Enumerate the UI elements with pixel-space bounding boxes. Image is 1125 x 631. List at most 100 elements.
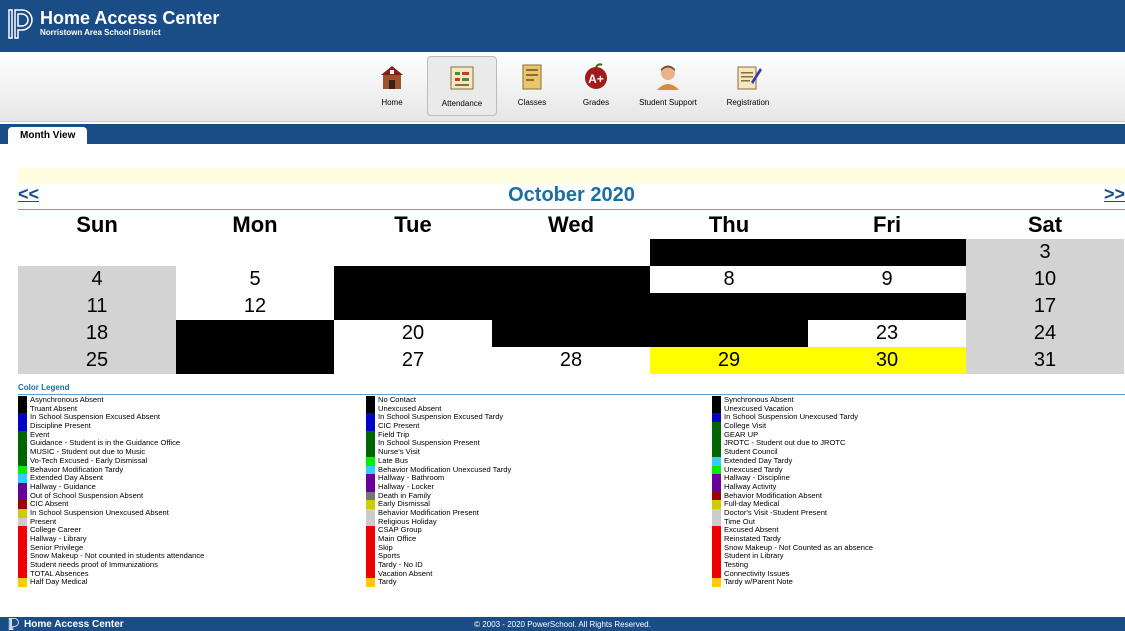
day-header-sun: Sun — [76, 212, 118, 237]
legend-swatch — [366, 439, 375, 449]
app-logo[interactable]: Home Access Center Norristown Area Schoo… — [8, 9, 219, 43]
legend-swatch — [712, 500, 721, 509]
calendar-day-cell[interactable]: 24 — [966, 320, 1124, 347]
calendar-day-cell[interactable]: 10 — [966, 266, 1124, 293]
student-avatar-icon — [653, 62, 683, 92]
legend-item: CSAP Group — [366, 526, 706, 535]
day-header-wed: Wed — [547, 212, 595, 237]
legend-swatch — [366, 456, 375, 466]
attendance-chart-icon — [447, 63, 477, 93]
day-header-fri: Fri — [872, 212, 902, 237]
day-header-sat: Sat — [1027, 212, 1063, 237]
calendar-day-cell[interactable]: 11 — [18, 293, 176, 320]
calendar-day-cell[interactable]: 30 — [808, 347, 966, 374]
powerschool-logo-icon — [8, 9, 33, 39]
legend-label: Tardy — [378, 577, 397, 587]
legend-item: Student in Library — [712, 552, 1052, 562]
calendar-day-cell[interactable]: 18 — [18, 320, 176, 347]
calendar-day-cell — [492, 239, 650, 266]
calendar-day-cell[interactable]: 29 — [650, 347, 808, 374]
nav-item-grades[interactable]: A+ Grades — [567, 56, 625, 116]
nav-item-attendance[interactable]: Attendance — [427, 56, 497, 116]
calendar-day-cell[interactable]: 23 — [808, 320, 966, 347]
nav-item-label: Classes — [517, 98, 547, 107]
legend-swatch — [712, 543, 721, 553]
legend-swatch — [18, 526, 27, 535]
nav-item-classes[interactable]: Classes — [503, 56, 561, 116]
legend-swatch — [18, 422, 27, 431]
app-title: Home Access Center — [40, 8, 220, 28]
district-name: Norristown Area School District — [40, 28, 161, 37]
nav-item-registration[interactable]: Registration — [711, 56, 785, 116]
calendar-day-cell[interactable]: 5 — [176, 266, 334, 293]
legend-title: Color Legend — [18, 383, 70, 392]
calendar-day-cell — [650, 320, 808, 347]
calendar-day-cell[interactable]: 4 — [18, 266, 176, 293]
legend-swatch — [712, 561, 721, 570]
legend-swatch — [18, 413, 27, 423]
legend-item: Skip — [366, 543, 706, 553]
legend-swatch — [712, 465, 721, 475]
calendar-day-cell[interactable]: 25 — [18, 347, 176, 374]
legend-swatch — [712, 578, 721, 588]
calendar-day-cell[interactable]: 8 — [650, 266, 808, 293]
legend-item: CIC Present — [366, 421, 706, 431]
calendar-header: << October 2020 >> — [18, 184, 1125, 209]
calendar-day-cell[interactable]: 9 — [808, 266, 966, 293]
legend-item: Tardy w/Parent Note — [712, 578, 1052, 588]
calendar-week-row: 11 12 17 — [18, 293, 1125, 320]
legend-swatch — [366, 482, 375, 492]
legend-swatch — [18, 500, 27, 509]
calendar-week-row: 25 27 28 29 30 31 — [18, 347, 1125, 374]
legend-item: Main Office — [366, 534, 706, 544]
legend-item: Discipline Present — [18, 421, 358, 431]
sub-nav-bar: Month View — [0, 124, 1125, 144]
legend-swatch — [366, 535, 375, 544]
legend-item: Half Day Medical — [18, 577, 358, 588]
day-header-tue: Tue — [394, 212, 432, 237]
legend-swatch — [712, 569, 721, 579]
calendar-day-cell[interactable]: 31 — [966, 347, 1124, 374]
legend-swatch — [712, 552, 721, 562]
legend-item: In School Suspension Unexcused Absent — [18, 508, 358, 518]
legend-swatch — [18, 552, 27, 562]
calendar-day-cell[interactable]: 3 — [966, 239, 1124, 266]
legend-swatch — [366, 543, 375, 553]
calendar-day-cell[interactable]: 28 — [492, 347, 650, 374]
calendar-week-row: 4 5 8 9 10 — [18, 266, 1125, 293]
legend-swatch — [366, 448, 375, 457]
calendar-day-cell[interactable]: 12 — [176, 293, 334, 320]
legend-swatch — [18, 396, 27, 405]
school-house-icon — [377, 62, 407, 92]
legend-item: Tardy — [366, 577, 706, 588]
legend-swatch — [18, 404, 27, 414]
next-month-link[interactable]: >> — [1104, 184, 1125, 205]
nav-item-label: Student Support — [639, 98, 697, 107]
calendar-week-row: 3 — [18, 239, 1125, 266]
legend-column: Synchronous Absent Unexcused Vacation In S… — [712, 395, 1052, 588]
nav-item-student-support[interactable]: Student Support — [631, 56, 705, 116]
legend-swatch — [18, 508, 27, 518]
legend-label: Half Day Medical — [30, 577, 88, 587]
legend-swatch — [366, 569, 375, 579]
top-header: Home Access Center Norristown Area Schoo… — [0, 0, 1125, 52]
calendar-day-cell[interactable]: 17 — [966, 293, 1124, 320]
calendar-day-cell — [808, 239, 966, 266]
legend-swatch — [712, 535, 721, 544]
legend-swatch — [18, 474, 27, 483]
calendar-day-cell — [808, 293, 966, 320]
calendar-day-cell — [492, 320, 650, 347]
calendar-day-cell[interactable]: 20 — [334, 320, 492, 347]
calendar-day-cell[interactable]: 27 — [334, 347, 492, 374]
legend-swatch — [18, 439, 27, 449]
legend-swatch — [18, 517, 27, 527]
legend-swatch — [366, 500, 375, 509]
month-title: October 2020 — [508, 184, 635, 206]
tab-month-view[interactable]: Month View — [8, 127, 88, 144]
footer: Home Access Center © 2003 - 2020 PowerSc… — [0, 617, 1125, 631]
nav-item-home[interactable]: Home — [363, 56, 421, 116]
legend-swatch — [18, 569, 27, 579]
registration-form-icon — [733, 62, 763, 92]
calendar-day-cell — [176, 347, 334, 374]
nav-item-label: Grades — [582, 98, 610, 107]
